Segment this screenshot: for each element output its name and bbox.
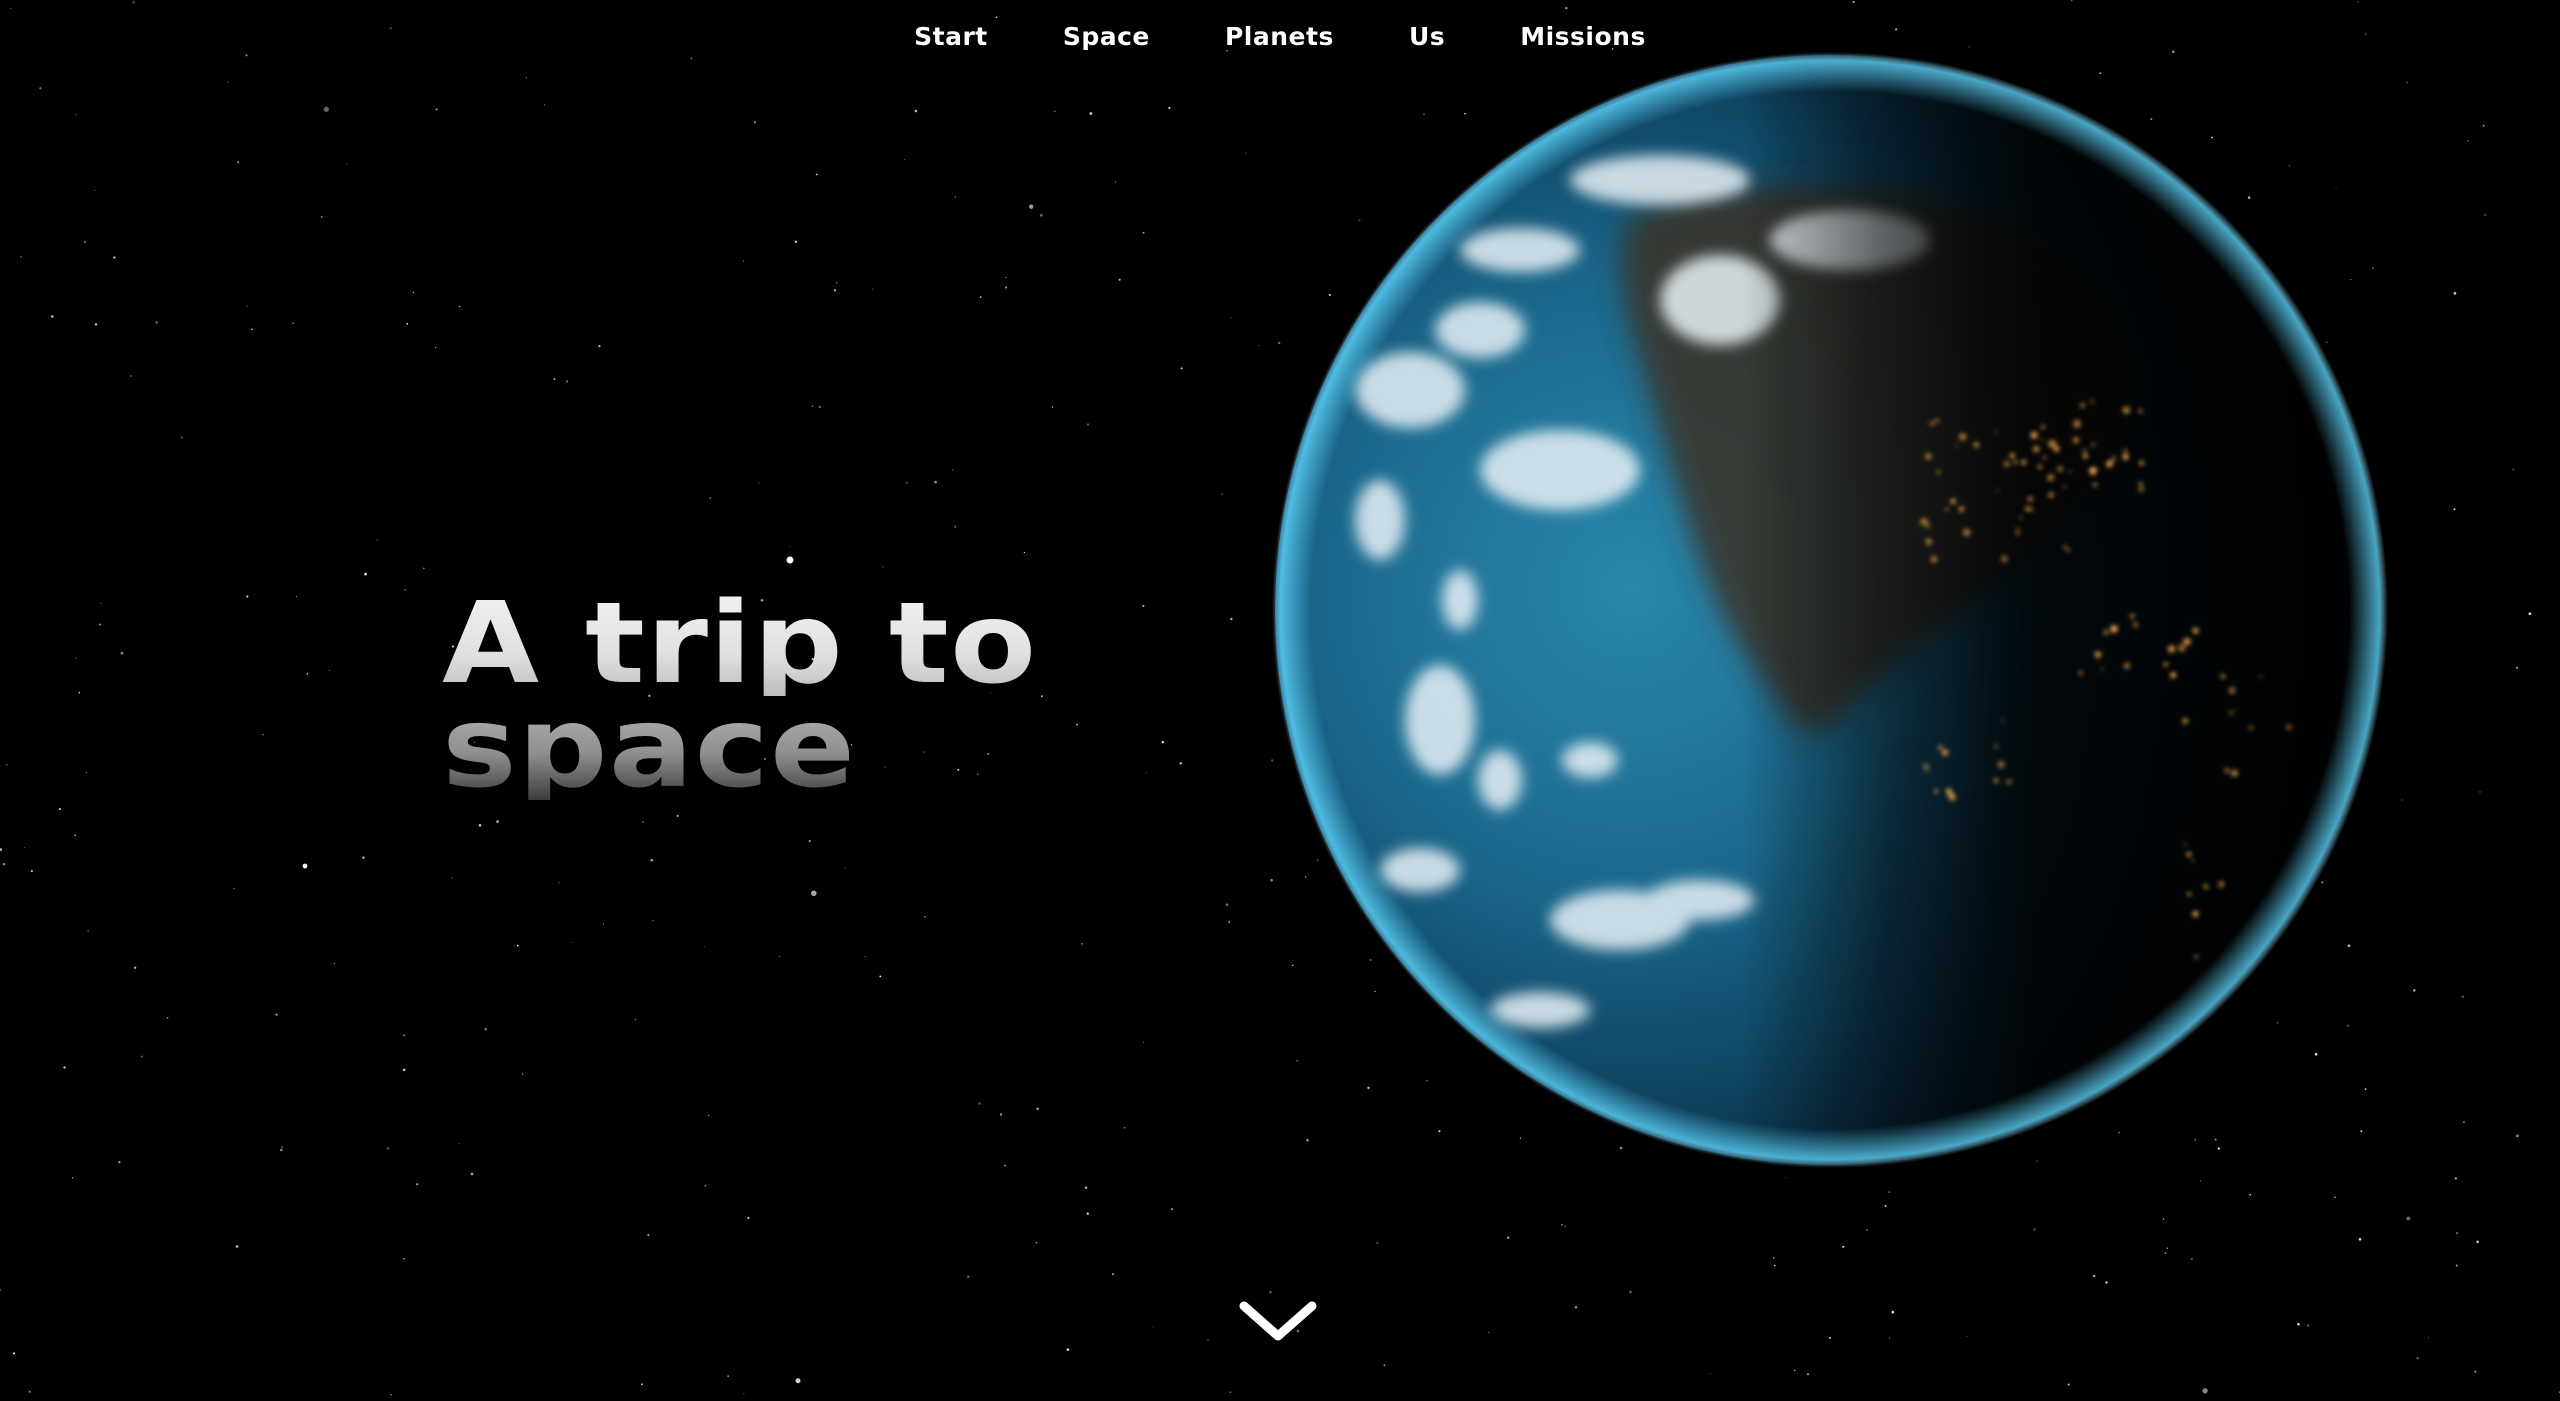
hero-page: Start Space Planets Us Missions A trip t… (0, 0, 2560, 1401)
earth-image (1272, 52, 2388, 1168)
chevron-down-icon[interactable] (1238, 1296, 1318, 1346)
nav-item-space[interactable]: Space (1063, 22, 1150, 51)
nav-item-missions[interactable]: Missions (1520, 22, 1646, 51)
hero-title-line1: A trip to (442, 579, 1038, 709)
main-nav: Start Space Planets Us Missions (0, 22, 2560, 51)
nav-item-start[interactable]: Start (914, 22, 988, 51)
nav-item-planets[interactable]: Planets (1225, 22, 1334, 51)
hero-title-line2: space (442, 692, 1037, 804)
hero-title: A trip to space (442, 588, 1036, 804)
nav-item-us[interactable]: Us (1409, 22, 1445, 51)
